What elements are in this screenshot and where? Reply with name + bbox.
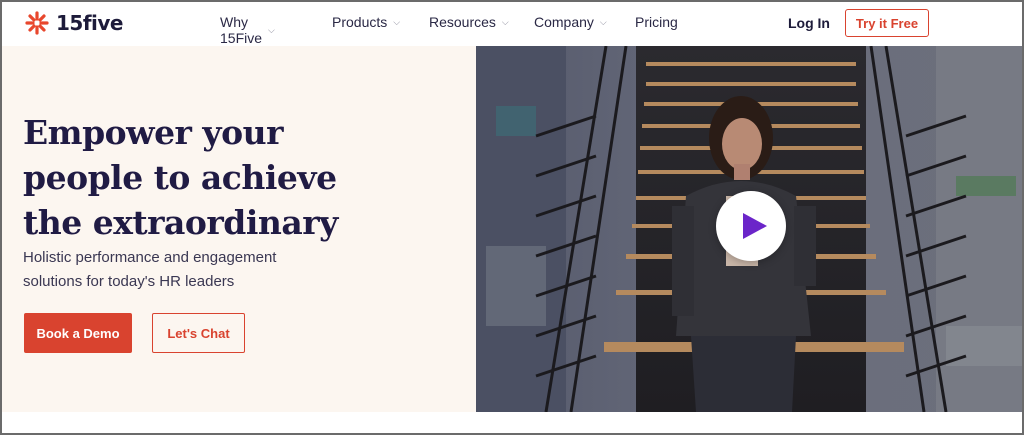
- try-it-free-button[interactable]: Try it Free: [845, 9, 929, 37]
- book-demo-button[interactable]: Book a Demo: [24, 313, 132, 353]
- nav-pricing[interactable]: Pricing: [635, 14, 678, 30]
- nav-company[interactable]: Company ⌵: [534, 14, 607, 30]
- subheadline-line: solutions for today's HR leaders: [23, 273, 235, 290]
- nav-why-15five[interactable]: Why 15Five ⌵: [220, 14, 275, 46]
- subheadline-line: Holistic performance and engagement: [23, 249, 277, 266]
- nav-resources[interactable]: Resources ⌵: [429, 14, 509, 30]
- hero-subheadline: Holistic performance and engagement solu…: [23, 246, 353, 294]
- chevron-down-icon: ⌵: [393, 16, 401, 27]
- nav-label: Pricing: [635, 14, 678, 30]
- hero-headline: Empower your people to achieve the extra…: [23, 110, 383, 245]
- play-icon: [742, 213, 767, 239]
- login-link[interactable]: Log In: [788, 15, 830, 31]
- nav-label: Resources: [429, 14, 496, 30]
- nav-label: Company: [534, 14, 594, 30]
- nav-label: Products: [332, 14, 388, 30]
- brand-logo[interactable]: 15five: [24, 10, 124, 36]
- hero-video[interactable]: [476, 46, 1022, 412]
- play-video-button[interactable]: [716, 191, 786, 261]
- headline-line: people to achieve: [23, 158, 337, 197]
- nav-products[interactable]: Products ⌵: [332, 14, 400, 30]
- starburst-logo-icon: [25, 11, 49, 35]
- hero-text-panel: Empower your people to achieve the extra…: [2, 46, 476, 412]
- chevron-down-icon: ⌵: [599, 16, 607, 27]
- page-bottom-strip: [2, 412, 1022, 433]
- browser-frame: 15five Why 15Five ⌵ Products ⌵ Resources…: [0, 0, 1024, 435]
- chevron-down-icon: ⌵: [268, 24, 275, 35]
- headline-line: Empower your: [23, 113, 284, 152]
- logo-wordmark: 15five: [56, 11, 124, 35]
- chevron-down-icon: ⌵: [501, 16, 509, 27]
- nav-label: Why 15Five: [220, 14, 263, 46]
- lets-chat-button[interactable]: Let's Chat: [152, 313, 245, 353]
- top-navigation: 15five Why 15Five ⌵ Products ⌵ Resources…: [2, 2, 1022, 46]
- headline-line: the extraordinary: [23, 203, 338, 242]
